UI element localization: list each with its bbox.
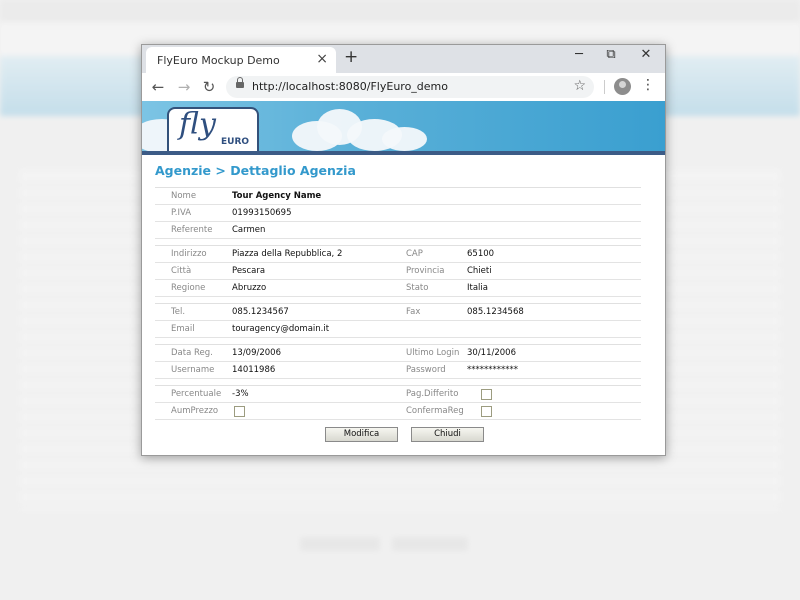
field-label: ConfermaReg	[406, 406, 464, 416]
field-label: Città	[171, 266, 192, 276]
maximize-button[interactable]: ⧉	[599, 47, 623, 62]
detail-row: AumPrezzo ConfermaReg	[155, 403, 641, 420]
url-text[interactable]: http://localhost:8080/FlyEuro_demo	[252, 80, 448, 93]
email-value: touragency@domain.it	[232, 324, 330, 334]
field-label: P.IVA	[171, 208, 192, 218]
detail-row: Città Pescara Provincia Chieti	[155, 263, 641, 280]
confirm-registration-checkbox[interactable]	[481, 406, 492, 417]
province-value: Chieti	[467, 266, 492, 276]
field-label: Username	[171, 365, 215, 375]
field-label: Data Reg.	[171, 348, 213, 358]
deferred-payment-checkbox[interactable]	[481, 389, 492, 400]
detail-row: Tel. 085.1234567 Fax 085.1234568	[155, 304, 641, 321]
tab-close-icon[interactable]: ×	[316, 51, 328, 67]
address-bar[interactable]: http://localhost:8080/FlyEuro_demo ☆	[226, 76, 594, 98]
address-value: Piazza della Repubblica, 2	[232, 249, 343, 259]
bookmark-star-icon[interactable]: ☆	[573, 78, 586, 94]
flyeuro-logo[interactable]: fly EURO	[167, 107, 259, 151]
details-section: Tel. 085.1234567 Fax 085.1234568 Email t…	[155, 303, 641, 338]
field-label: CAP	[406, 249, 423, 259]
field-label: Nome	[171, 191, 197, 201]
fax-value: 085.1234568	[467, 307, 524, 317]
phone-value: 085.1234567	[232, 307, 289, 317]
piva-value: 01993150695	[232, 208, 292, 218]
field-label: AumPrezzo	[171, 406, 219, 416]
country-value: Italia	[467, 283, 488, 293]
detail-row: Indirizzo Piazza della Repubblica, 2 CAP…	[155, 246, 641, 263]
field-label: Tel.	[171, 307, 186, 317]
modifica-button[interactable]: Modifica	[325, 427, 398, 442]
new-tab-button[interactable]: +	[344, 47, 358, 67]
field-label: Ultimo Login	[406, 348, 460, 358]
referente-value: Carmen	[232, 225, 266, 235]
field-label: Email	[171, 324, 195, 334]
logo-euro-text: EURO	[219, 137, 252, 147]
field-label: Regione	[171, 283, 206, 293]
lock-icon	[236, 77, 244, 88]
logo-fly-text: fly	[179, 107, 216, 142]
cloud-shape	[382, 127, 427, 151]
cap-value: 65100	[467, 249, 495, 259]
browser-toolbar: ← → ↻ http://localhost:8080/FlyEuro_demo…	[142, 73, 665, 102]
city-value: Pescara	[232, 266, 266, 276]
browser-menu-icon[interactable]: ⋮	[641, 77, 655, 93]
details-section: Nome Tour Agency Name P.IVA 01993150695 …	[155, 187, 641, 239]
header-banner: fly EURO	[142, 101, 665, 151]
last-login-value: 30/11/2006	[467, 348, 516, 358]
price-increase-checkbox[interactable]	[234, 406, 245, 417]
field-label: Fax	[406, 307, 421, 317]
field-label: Indirizzo	[171, 249, 207, 259]
minimize-button[interactable]: ─	[567, 47, 591, 62]
field-label: Provincia	[406, 266, 445, 276]
detail-row: Percentuale -3% Pag.Differito	[155, 386, 641, 403]
details-section: Data Reg. 13/09/2006 Ultimo Login 30/11/…	[155, 344, 641, 379]
page-title: Agenzie > Dettaglio Agenzia	[155, 163, 356, 178]
agency-name-value: Tour Agency Name	[232, 191, 322, 201]
username-value: 14011986	[232, 365, 276, 375]
password-value: ************	[467, 365, 518, 375]
forward-icon[interactable]: →	[175, 78, 193, 96]
field-label: Referente	[171, 225, 213, 235]
tab-title: FlyEuro Mockup Demo	[157, 54, 280, 67]
field-label: Percentuale	[171, 389, 222, 399]
field-label: Stato	[406, 283, 429, 293]
chiudi-button[interactable]: Chiudi	[411, 427, 484, 442]
registration-date-value: 13/09/2006	[232, 348, 281, 358]
detail-row: P.IVA 01993150695	[155, 205, 641, 222]
agency-details: Nome Tour Agency Name P.IVA 01993150695 …	[155, 187, 641, 426]
detail-row: Username 14011986 Password ************	[155, 362, 641, 379]
banner-divider	[142, 151, 665, 155]
detail-row: Email touragency@domain.it	[155, 321, 641, 338]
detail-row: Regione Abruzzo Stato Italia	[155, 280, 641, 297]
field-label: Pag.Differito	[406, 389, 459, 399]
region-value: Abruzzo	[232, 283, 267, 293]
reload-icon[interactable]: ↻	[200, 78, 218, 96]
tab-strip: FlyEuro Mockup Demo × + ─ ⧉ ✕	[142, 45, 665, 73]
detail-row: Data Reg. 13/09/2006 Ultimo Login 30/11/…	[155, 345, 641, 362]
browser-window: FlyEuro Mockup Demo × + ─ ⧉ ✕ ← → ↻ http…	[141, 44, 666, 456]
close-window-button[interactable]: ✕	[634, 47, 658, 62]
details-section: Percentuale -3% Pag.Differito AumPrezzo …	[155, 385, 641, 420]
toolbar-divider	[604, 80, 605, 94]
field-label: Password	[406, 365, 446, 375]
detail-row: Referente Carmen	[155, 222, 641, 239]
percentage-value: -3%	[232, 389, 249, 399]
browser-tab[interactable]: FlyEuro Mockup Demo ×	[146, 47, 336, 73]
detail-row: Nome Tour Agency Name	[155, 188, 641, 205]
details-section: Indirizzo Piazza della Repubblica, 2 CAP…	[155, 245, 641, 297]
back-icon[interactable]: ←	[149, 78, 167, 96]
page-content: fly EURO Agenzie > Dettaglio Agenzia Nom…	[142, 101, 665, 455]
profile-avatar-icon[interactable]	[614, 78, 631, 95]
